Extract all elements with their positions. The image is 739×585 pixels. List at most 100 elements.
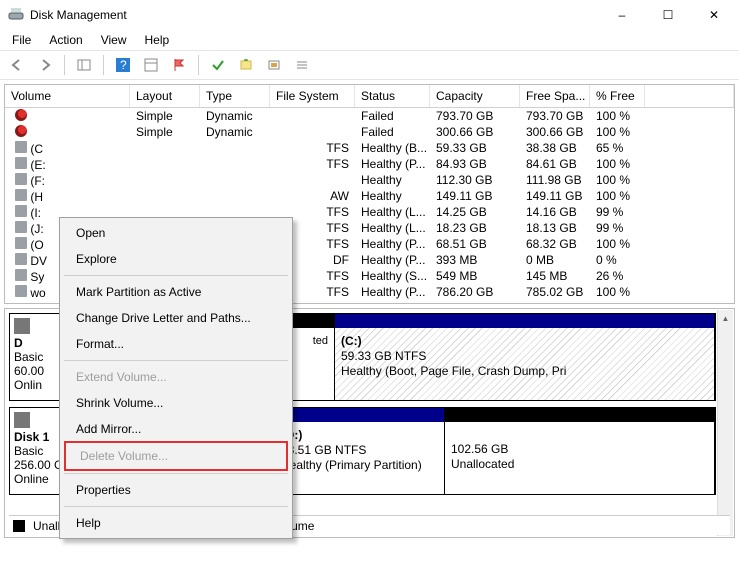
ctx-format[interactable]: Format... xyxy=(62,331,290,357)
volume-icon xyxy=(15,141,27,153)
ctx-mark-active[interactable]: Mark Partition as Active xyxy=(62,279,290,305)
volume-icon xyxy=(15,285,27,297)
ctx-shrink[interactable]: Shrink Volume... xyxy=(62,390,290,416)
maximize-button[interactable]: ☐ xyxy=(645,0,691,30)
cell-free: 300.66 GB xyxy=(520,125,590,139)
disk-1-name: Disk 1 xyxy=(14,430,49,444)
cell-pct: 100 % xyxy=(590,189,645,203)
menu-view[interactable]: View xyxy=(93,31,135,49)
cell-pct: 100 % xyxy=(590,285,645,299)
cell-status: Healthy xyxy=(355,189,430,203)
cell-status: Healthy (L... xyxy=(355,221,430,235)
partition-size: 68.51 GB NTFS xyxy=(281,443,366,457)
disk-0-name: D xyxy=(14,336,23,350)
cell-type: Dynamic xyxy=(200,109,270,123)
cell-free: 149.11 GB xyxy=(520,189,590,203)
cell-free: 18.13 GB xyxy=(520,221,590,235)
settings-icon[interactable] xyxy=(140,54,162,76)
ctx-properties[interactable]: Properties xyxy=(62,477,290,503)
col-layout[interactable]: Layout xyxy=(130,85,200,107)
cell-capacity: 59.33 GB xyxy=(430,141,520,155)
volume-name: (F: xyxy=(30,174,45,188)
table-row[interactable]: (HAWHealthy149.11 GB149.11 GB100 % xyxy=(5,188,734,204)
flag-icon[interactable] xyxy=(168,54,190,76)
cell-pct: 26 % xyxy=(590,269,645,283)
show-hide-tree-icon[interactable] xyxy=(73,54,95,76)
close-button[interactable]: ✕ xyxy=(691,0,737,30)
back-button[interactable] xyxy=(6,54,28,76)
volume-name: DV xyxy=(30,254,47,268)
volume-icon xyxy=(15,189,27,201)
menu-file[interactable]: File xyxy=(4,31,39,49)
volume-name: Sy xyxy=(30,270,44,284)
ctx-explore[interactable]: Explore xyxy=(62,246,290,272)
ctx-extend: Extend Volume... xyxy=(62,364,290,390)
partition-status: Unallocated xyxy=(451,457,514,471)
disk-1-part-o[interactable]: (O:) 68.51 GB NTFS Healthy (Primary Part… xyxy=(275,408,445,494)
col-type[interactable]: Type xyxy=(200,85,270,107)
ctx-help[interactable]: Help xyxy=(62,510,290,536)
col-fs[interactable]: File System xyxy=(270,85,355,107)
col-status[interactable]: Status xyxy=(355,85,430,107)
cell-status: Healthy (P... xyxy=(355,253,430,267)
minimize-button[interactable]: – xyxy=(599,0,645,30)
cell-capacity: 84.93 GB xyxy=(430,157,520,171)
vertical-scrollbar[interactable]: ▲ ▼ xyxy=(717,310,733,536)
table-row[interactable]: (E:TFSHealthy (P...84.93 GB84.61 GB100 % xyxy=(5,156,734,172)
cell-status: Healthy xyxy=(355,173,430,187)
app-icon xyxy=(8,7,24,23)
disk-1-unallocated[interactable]: 102.56 GB Unallocated xyxy=(445,408,715,494)
table-row[interactable]: (F:Healthy112.30 GB111.98 GB100 % xyxy=(5,172,734,188)
volume-name: (I: xyxy=(30,206,41,220)
cell-pct: 99 % xyxy=(590,221,645,235)
cell-capacity: 786.20 GB xyxy=(430,285,520,299)
volume-icon xyxy=(15,109,27,121)
volume-icon xyxy=(15,253,27,265)
cell-pct: 65 % xyxy=(590,141,645,155)
forward-button[interactable] xyxy=(34,54,56,76)
cell-status: Healthy (L... xyxy=(355,205,430,219)
col-capacity[interactable]: Capacity xyxy=(430,85,520,107)
menu-action[interactable]: Action xyxy=(41,31,90,49)
cell-layout: Simple xyxy=(130,125,200,139)
table-row[interactable]: (CTFSHealthy (B...59.33 GB38.38 GB65 % xyxy=(5,140,734,156)
window-title: Disk Management xyxy=(30,8,599,22)
disk-icon xyxy=(14,412,30,428)
cell-capacity: 393 MB xyxy=(430,253,520,267)
action-icon[interactable] xyxy=(263,54,285,76)
cell-free: 84.61 GB xyxy=(520,157,590,171)
disk-0-part-c[interactable]: (C:) 59.33 GB NTFS Healthy (Boot, Page F… xyxy=(335,314,715,400)
col-free[interactable]: Free Spa... xyxy=(520,85,590,107)
volume-icon xyxy=(15,173,27,185)
title-bar: Disk Management – ☐ ✕ xyxy=(0,0,739,30)
cell-status: Failed xyxy=(355,109,430,123)
cell-free: 793.70 GB xyxy=(520,109,590,123)
table-row[interactable]: SimpleDynamicFailed300.66 GB300.66 GB100… xyxy=(5,124,734,140)
ctx-open[interactable]: Open xyxy=(62,220,290,246)
toolbar: ? xyxy=(0,50,739,80)
cell-pct: 99 % xyxy=(590,205,645,219)
check-icon[interactable] xyxy=(207,54,229,76)
volume-icon xyxy=(15,157,27,169)
cell-pct: 100 % xyxy=(590,157,645,171)
refresh-icon[interactable] xyxy=(235,54,257,76)
cell-capacity: 68.51 GB xyxy=(430,237,520,251)
list-icon[interactable] xyxy=(291,54,313,76)
col-volume[interactable]: Volume xyxy=(5,85,130,107)
ctx-change-letter[interactable]: Change Drive Letter and Paths... xyxy=(62,305,290,331)
cell-capacity: 549 MB xyxy=(430,269,520,283)
cell-fs: TFS xyxy=(270,157,355,171)
help-icon[interactable]: ? xyxy=(112,54,134,76)
cell-capacity: 793.70 GB xyxy=(430,109,520,123)
menu-help[interactable]: Help xyxy=(137,31,178,49)
context-menu: Open Explore Mark Partition as Active Ch… xyxy=(59,217,293,539)
volume-icon xyxy=(15,125,27,137)
scroll-up-icon[interactable]: ▲ xyxy=(718,310,733,326)
cell-pct: 100 % xyxy=(590,109,645,123)
partition-size: 102.56 GB xyxy=(451,442,508,456)
volume-name: (J: xyxy=(30,222,43,236)
table-row[interactable]: SimpleDynamicFailed793.70 GB793.70 GB100… xyxy=(5,108,734,124)
col-pct[interactable]: % Free xyxy=(590,85,645,107)
cell-free: 145 MB xyxy=(520,269,590,283)
ctx-add-mirror[interactable]: Add Mirror... xyxy=(62,416,290,442)
